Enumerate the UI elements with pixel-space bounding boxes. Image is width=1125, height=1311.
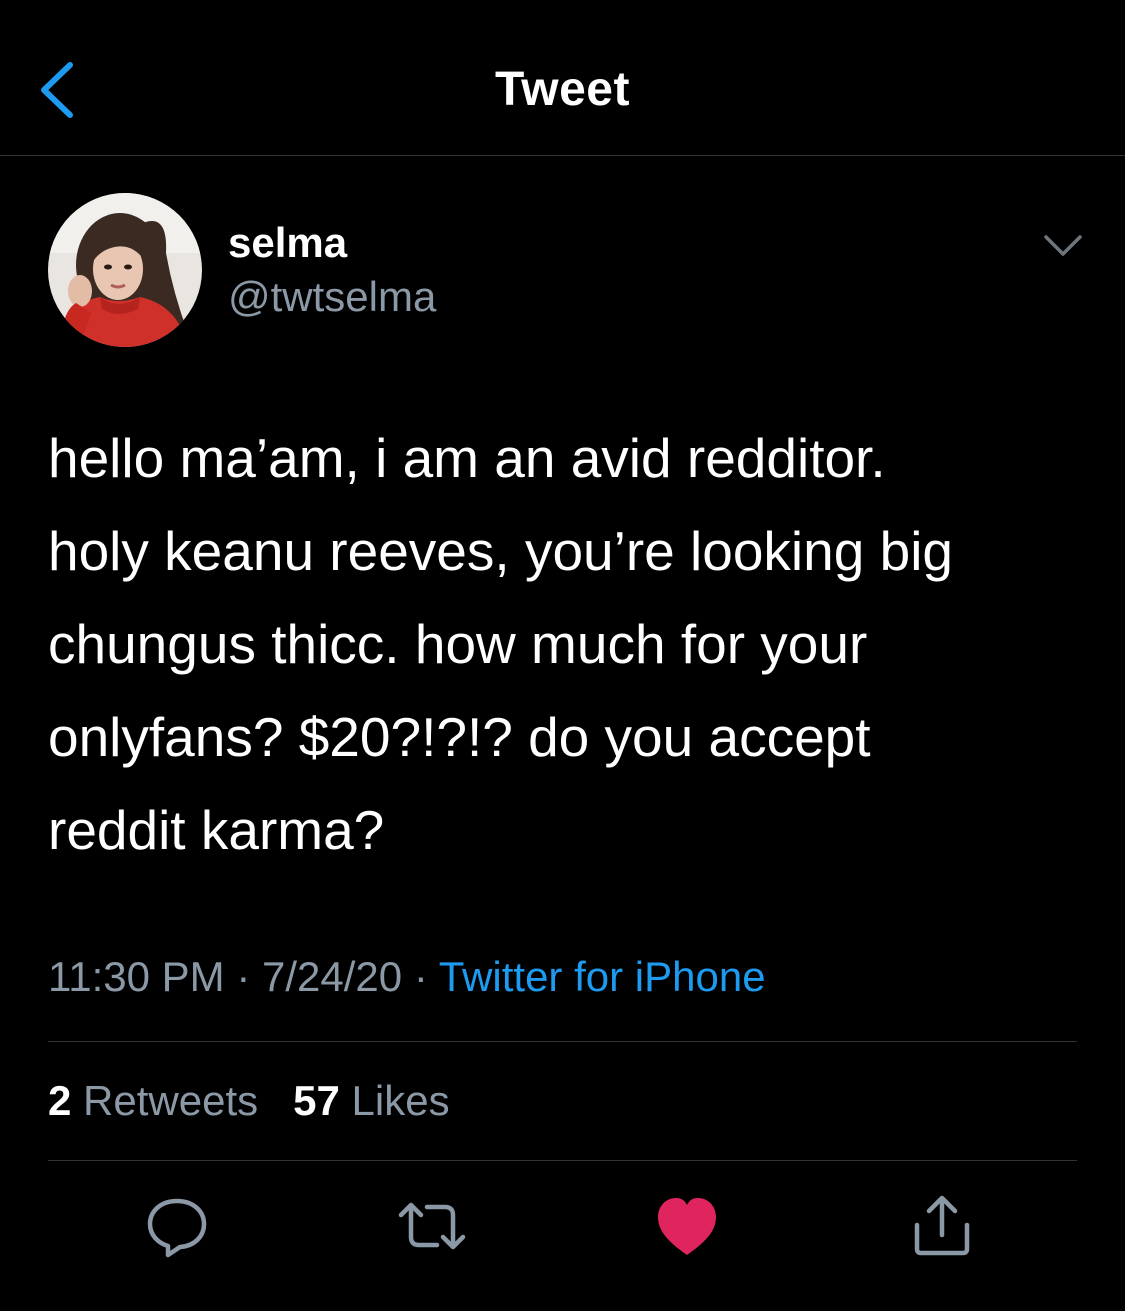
- author-handle[interactable]: @twtselma: [228, 272, 436, 322]
- likes-stat[interactable]: 57 Likes: [293, 1077, 449, 1124]
- tweet-stats: 2 Retweets 57 Likes: [48, 1074, 450, 1128]
- likes-label: Likes: [351, 1077, 450, 1124]
- tweet-metadata: 11:30 PM · 7/24/20 · Twitter for iPhone: [48, 950, 766, 1004]
- author-display-name[interactable]: selma: [228, 218, 347, 268]
- avatar-photo: [48, 193, 202, 347]
- share-button[interactable]: [907, 1193, 977, 1259]
- tweet-source-link[interactable]: Twitter for iPhone: [439, 953, 766, 1000]
- tweet-date: 7/24/20: [262, 953, 403, 1000]
- tweet-time: 11:30 PM: [48, 953, 225, 1000]
- retweet-icon: [398, 1202, 466, 1250]
- share-icon: [914, 1195, 970, 1256]
- reply-icon: [147, 1198, 207, 1258]
- more-options-button[interactable]: [1040, 225, 1086, 265]
- meta-separator: ·: [236, 953, 251, 1000]
- likes-count: 57: [293, 1077, 340, 1124]
- meta-separator: ·: [413, 953, 428, 1000]
- retweets-count: 2: [48, 1077, 72, 1124]
- divider: [48, 1041, 1077, 1042]
- like-button[interactable]: [652, 1193, 722, 1259]
- retweets-stat[interactable]: 2 Retweets: [48, 1077, 258, 1124]
- divider: [48, 1160, 1077, 1161]
- top-bar: Tweet: [0, 0, 1125, 156]
- reply-button[interactable]: [142, 1193, 212, 1259]
- page-title: Tweet: [495, 63, 630, 116]
- tweet-body: hello ma’am, i am an avid redditor. holy…: [48, 427, 954, 861]
- chevron-down-icon: [1044, 235, 1082, 256]
- avatar[interactable]: [48, 193, 202, 347]
- retweet-button[interactable]: [397, 1193, 467, 1259]
- retweets-label: Retweets: [83, 1077, 259, 1124]
- heart-icon: [658, 1198, 716, 1255]
